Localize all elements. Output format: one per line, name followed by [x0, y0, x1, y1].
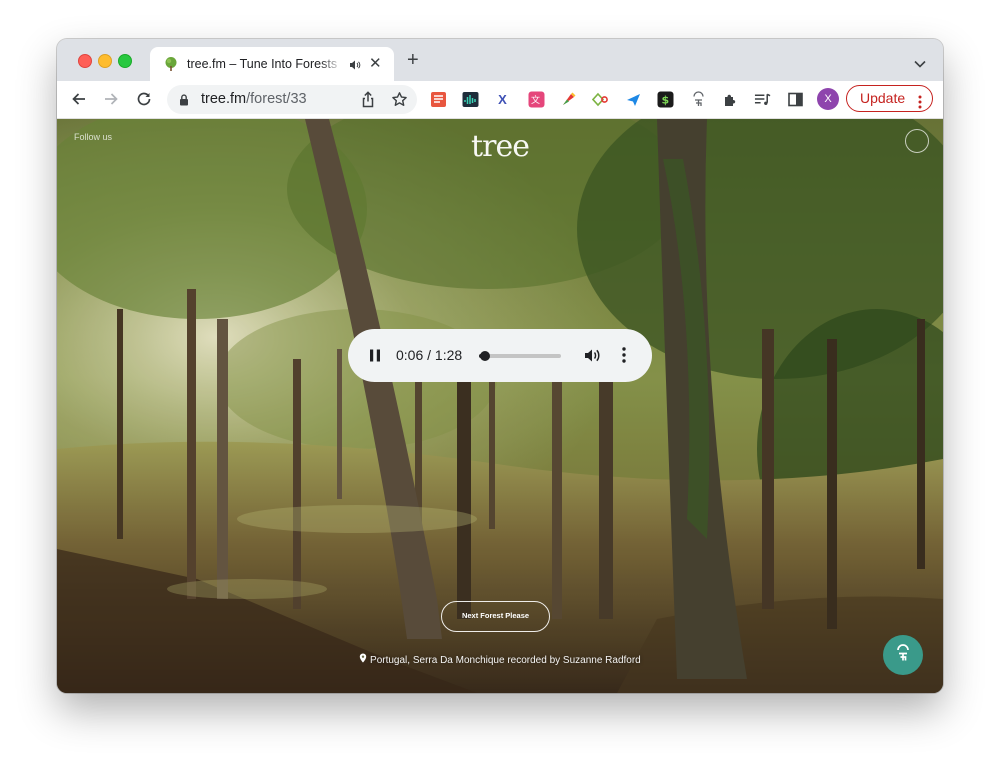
speaker-icon[interactable] — [349, 58, 361, 76]
money-extension-icon[interactable]: $ — [657, 91, 674, 108]
more-options-icon[interactable] — [622, 347, 626, 368]
seek-bar[interactable] — [479, 351, 561, 361]
extension-fab-button[interactable] — [883, 635, 923, 675]
tab-strip: tree.fm – Tune Into Forests ✕ + — [57, 39, 943, 81]
diamond-extension-icon[interactable] — [592, 91, 609, 108]
forward-arrow-icon[interactable] — [102, 90, 120, 113]
volume-icon[interactable] — [584, 347, 602, 369]
svg-text:$: $ — [662, 94, 670, 107]
notes-extension-icon[interactable] — [430, 91, 447, 108]
color-picker-extension-icon[interactable] — [560, 91, 577, 108]
tree-logo[interactable]: tree — [57, 129, 943, 164]
reload-icon[interactable] — [135, 90, 153, 113]
url-host: tree.fm — [201, 91, 247, 107]
profile-avatar[interactable]: X — [817, 88, 839, 110]
send-extension-icon[interactable] — [625, 91, 642, 108]
close-icon[interactable]: ✕ — [369, 56, 382, 72]
recording-credit: Portugal, Serra Da Monchique recorded by… — [57, 653, 943, 666]
browser-window: tree.fm – Tune Into Forests ✕ + tree.fm/… — [57, 39, 943, 693]
lock-icon[interactable] — [179, 93, 189, 111]
close-window-button[interactable] — [78, 54, 92, 68]
next-forest-button[interactable]: Next Forest Please — [441, 601, 550, 632]
puzzle-extensions-icon[interactable] — [722, 91, 739, 108]
playback-time: 0:06 / 1:28 — [396, 347, 463, 363]
update-label: Update — [860, 90, 906, 106]
browser-toolbar: tree.fm/forest/33 X 文 $ X Update — [57, 81, 943, 119]
url-text[interactable]: tree.fm/forest/33 — [201, 91, 307, 107]
new-tab-button[interactable]: + — [407, 50, 419, 70]
chevron-down-icon[interactable] — [914, 55, 926, 73]
update-button[interactable]: Update — [846, 85, 933, 112]
audio-player: 0:06 / 1:28 — [348, 329, 652, 382]
tree-icon — [163, 56, 179, 77]
back-arrow-icon[interactable] — [70, 90, 88, 113]
location-pin-icon — [359, 653, 370, 666]
url-path: /forest/33 — [246, 91, 307, 107]
address-bar[interactable]: tree.fm/forest/33 — [167, 85, 417, 114]
pause-icon[interactable] — [369, 349, 381, 367]
tree-fm-extension-icon[interactable] — [690, 91, 707, 108]
svg-text:文: 文 — [531, 94, 540, 106]
media-control-icon[interactable] — [754, 91, 771, 108]
page-content: Follow us tree 0:06 / 1:28 Next Forest P… — [57, 119, 943, 693]
minimize-window-button[interactable] — [98, 54, 112, 68]
tab-title: tree.fm – Tune Into Forests — [187, 57, 338, 71]
translate-extension-icon[interactable]: 文 — [528, 91, 545, 108]
bookmark-star-icon[interactable] — [391, 91, 408, 113]
soundwave-extension-icon[interactable] — [462, 91, 479, 108]
tree-fm-icon — [893, 643, 913, 668]
share-icon[interactable] — [360, 91, 376, 113]
side-panel-icon[interactable] — [787, 91, 804, 108]
x-extension-icon[interactable]: X — [494, 91, 511, 108]
maximize-window-button[interactable] — [118, 54, 132, 68]
seek-handle[interactable] — [479, 351, 490, 361]
credit-text: Portugal, Serra Da Monchique recorded by… — [370, 655, 641, 666]
vertical-dots-icon — [918, 92, 922, 117]
tab-tree-fm[interactable]: tree.fm – Tune Into Forests ✕ — [150, 47, 394, 81]
